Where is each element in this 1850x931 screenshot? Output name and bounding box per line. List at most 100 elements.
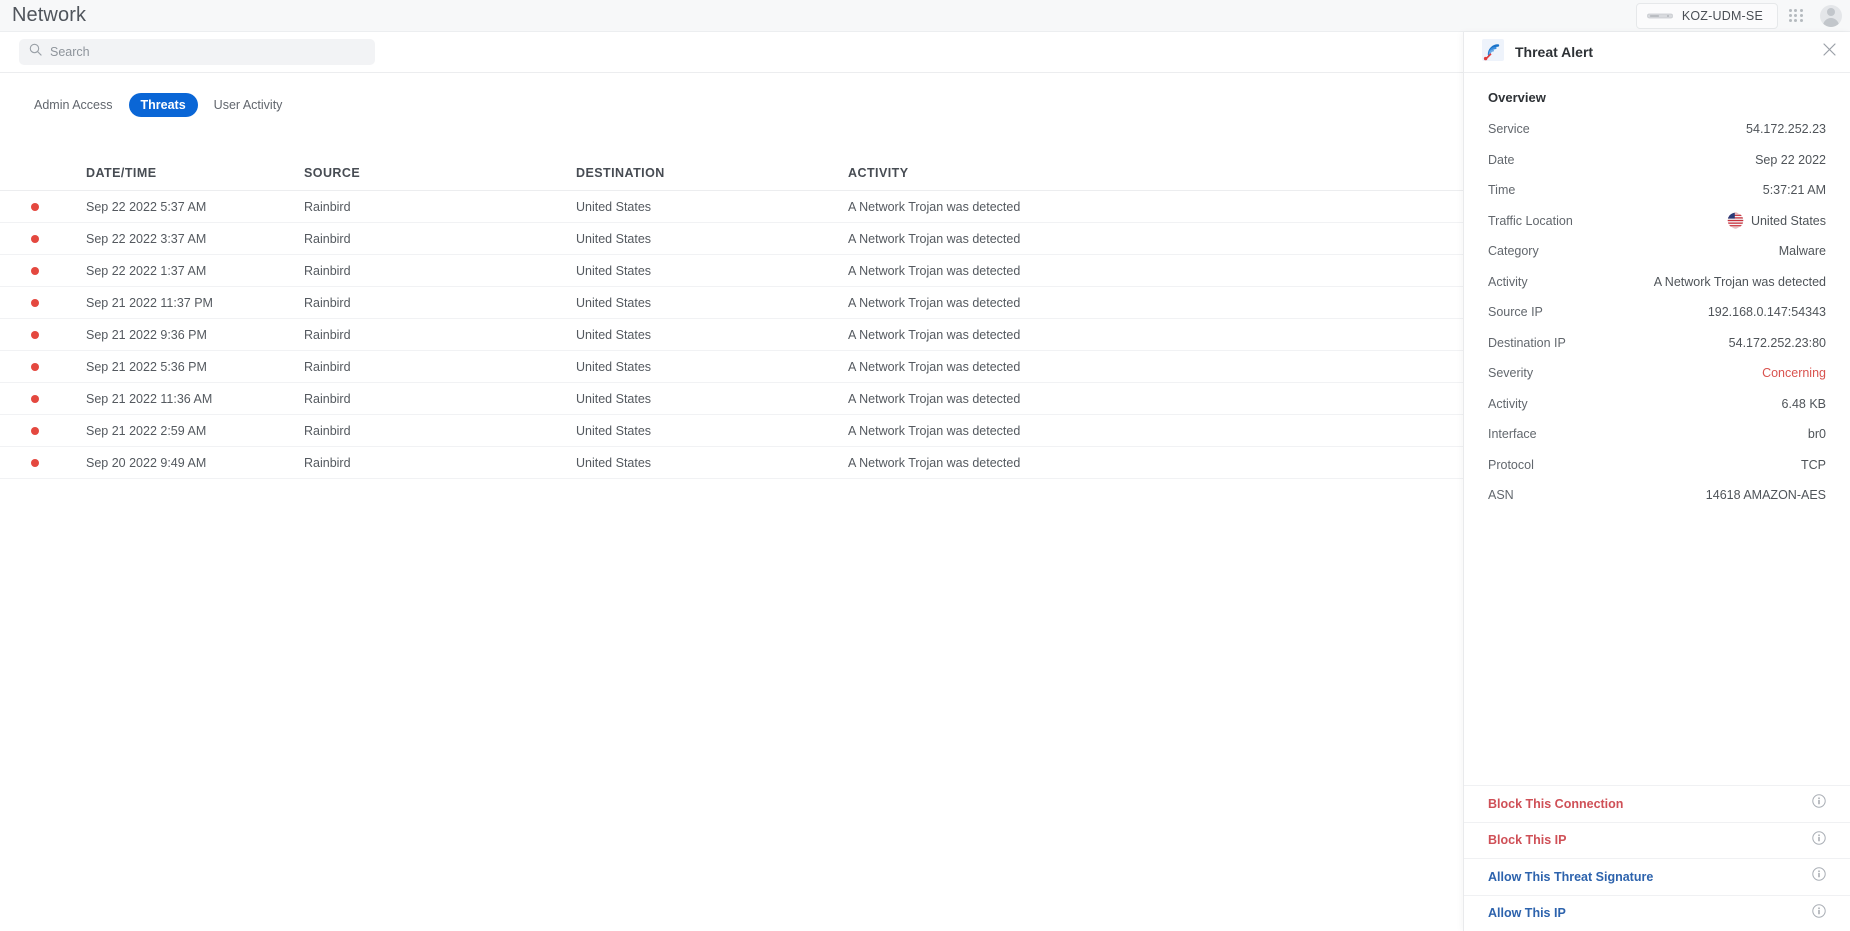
action-allow-this-threat-signature[interactable]: Allow This Threat Signature bbox=[1464, 858, 1850, 895]
detail-value-text: A Network Trojan was detected bbox=[1654, 275, 1826, 289]
severity-dot-icon bbox=[31, 331, 39, 339]
panel-body: Overview Service 54.172.252.23 Date Sep 22 … bbox=[1464, 73, 1850, 785]
panel-title: Threat Alert bbox=[1515, 44, 1593, 60]
cell-destination: United States bbox=[576, 264, 848, 278]
page-title: Network bbox=[12, 4, 86, 27]
severity-dot-icon bbox=[31, 363, 39, 371]
detail-row: Protocol TCP bbox=[1488, 450, 1826, 481]
action-label: Block This IP bbox=[1488, 833, 1567, 847]
tab-threats[interactable]: Threats bbox=[129, 93, 198, 117]
detail-row: SeverityConcerning bbox=[1488, 358, 1826, 389]
tab-admin-access[interactable]: Admin Access bbox=[22, 93, 125, 117]
device-selector[interactable]: KOZ-UDM-SE bbox=[1636, 3, 1778, 29]
detail-value-text: 5:37:21 AM bbox=[1763, 183, 1826, 197]
overview-heading: Overview bbox=[1488, 90, 1826, 105]
cell-datetime: Sep 20 2022 9:49 AM bbox=[86, 456, 304, 470]
cell-datetime: Sep 22 2022 1:37 AM bbox=[86, 264, 304, 278]
cell-destination: United States bbox=[576, 200, 848, 214]
tab-user-activity[interactable]: User Activity bbox=[202, 93, 295, 117]
cell-destination: United States bbox=[576, 328, 848, 342]
detail-row: Activity 6.48 KB bbox=[1488, 389, 1826, 420]
cell-datetime: Sep 22 2022 3:37 AM bbox=[86, 232, 304, 246]
detail-key: Source IP bbox=[1488, 305, 1543, 319]
severity-cell bbox=[0, 395, 86, 403]
detail-key: Destination IP bbox=[1488, 336, 1566, 350]
detail-key: Protocol bbox=[1488, 458, 1534, 472]
device-name-label: KOZ-UDM-SE bbox=[1682, 9, 1763, 23]
detail-value: Concerning bbox=[1762, 366, 1826, 380]
detail-value-text: 14618 AMAZON-AES bbox=[1706, 488, 1826, 502]
detail-value: Malware bbox=[1779, 244, 1826, 258]
detail-value: 6.48 KB bbox=[1782, 397, 1826, 411]
close-icon[interactable] bbox=[1823, 43, 1836, 61]
severity-dot-icon bbox=[31, 235, 39, 243]
table-header-datetime: DATE/TIME bbox=[86, 166, 304, 180]
severity-cell bbox=[0, 459, 86, 467]
user-avatar-icon[interactable] bbox=[1820, 5, 1842, 27]
detail-value-text: 6.48 KB bbox=[1782, 397, 1826, 411]
detail-key: Date bbox=[1488, 153, 1514, 167]
severity-dot-icon bbox=[31, 459, 39, 467]
detail-value: 14618 AMAZON-AES bbox=[1706, 488, 1826, 502]
action-label: Allow This Threat Signature bbox=[1488, 870, 1653, 884]
table-header-source: SOURCE bbox=[304, 166, 576, 180]
severity-cell bbox=[0, 235, 86, 243]
severity-dot-icon bbox=[31, 395, 39, 403]
info-icon[interactable] bbox=[1812, 831, 1826, 850]
cell-destination: United States bbox=[576, 232, 848, 246]
cell-datetime: Sep 21 2022 11:36 AM bbox=[86, 392, 304, 406]
router-device-icon bbox=[1647, 7, 1673, 25]
apps-grid-icon[interactable] bbox=[1782, 2, 1810, 30]
detail-row: Time5:37:21 AM bbox=[1488, 175, 1826, 206]
threat-alert-panel: Threat Alert Overview Service 54.172.252.… bbox=[1463, 32, 1850, 931]
info-icon[interactable] bbox=[1812, 904, 1826, 923]
search-input[interactable] bbox=[50, 45, 365, 59]
cell-source: Rainbird bbox=[304, 456, 576, 470]
detail-value-text: 192.168.0.147:54343 bbox=[1708, 305, 1826, 319]
severity-cell bbox=[0, 427, 86, 435]
cell-datetime: Sep 21 2022 2:59 AM bbox=[86, 424, 304, 438]
cell-source: Rainbird bbox=[304, 424, 576, 438]
action-block-this-connection[interactable]: Block This Connection bbox=[1464, 785, 1850, 822]
cell-source: Rainbird bbox=[304, 232, 576, 246]
detail-key: Service bbox=[1488, 122, 1530, 136]
detail-row: Category Malware bbox=[1488, 236, 1826, 267]
detail-value-text: Sep 22 2022 bbox=[1755, 153, 1826, 167]
detail-row: Traffic LocationUnited States bbox=[1488, 206, 1826, 237]
panel-action-list: Block This Connection Block This IP Allow … bbox=[1464, 785, 1850, 931]
action-label: Allow This IP bbox=[1488, 906, 1566, 920]
detail-key: Interface bbox=[1488, 427, 1537, 441]
detail-value: TCP bbox=[1801, 458, 1826, 472]
detail-value: 54.172.252.23:80 bbox=[1729, 336, 1826, 350]
detail-row: Interface br0 bbox=[1488, 419, 1826, 450]
network-threats-page: Network KOZ-UDM-SE bbox=[0, 0, 1850, 931]
action-label: Block This Connection bbox=[1488, 797, 1623, 811]
search-icon bbox=[29, 43, 42, 61]
search-box[interactable] bbox=[19, 39, 375, 65]
detail-key: Activity bbox=[1488, 275, 1528, 289]
detail-key: Category bbox=[1488, 244, 1539, 258]
action-block-this-ip[interactable]: Block This IP bbox=[1464, 822, 1850, 859]
cell-datetime: Sep 21 2022 11:37 PM bbox=[86, 296, 304, 310]
severity-dot-icon bbox=[31, 203, 39, 211]
top-bar-right: KOZ-UDM-SE bbox=[1636, 0, 1850, 32]
detail-value-text: TCP bbox=[1801, 458, 1826, 472]
cell-destination: United States bbox=[576, 360, 848, 374]
detail-value: 5:37:21 AM bbox=[1763, 183, 1826, 197]
detail-value: br0 bbox=[1808, 427, 1826, 441]
detail-value-text: Concerning bbox=[1762, 366, 1826, 380]
detail-value: 54.172.252.23 bbox=[1746, 122, 1826, 136]
info-icon[interactable] bbox=[1812, 867, 1826, 886]
severity-cell bbox=[0, 203, 86, 211]
detail-key: Activity bbox=[1488, 397, 1528, 411]
action-allow-this-ip[interactable]: Allow This IP bbox=[1464, 895, 1850, 931]
detail-value-text: Malware bbox=[1779, 244, 1826, 258]
overview-detail-list: Service 54.172.252.23 Date Sep 22 2022 Time5… bbox=[1488, 114, 1826, 511]
severity-cell bbox=[0, 299, 86, 307]
detail-value-text: br0 bbox=[1808, 427, 1826, 441]
cell-destination: United States bbox=[576, 424, 848, 438]
detail-row: Date Sep 22 2022 bbox=[1488, 145, 1826, 176]
cell-source: Rainbird bbox=[304, 360, 576, 374]
info-icon[interactable] bbox=[1812, 794, 1826, 813]
detail-value: United States bbox=[1727, 212, 1826, 229]
